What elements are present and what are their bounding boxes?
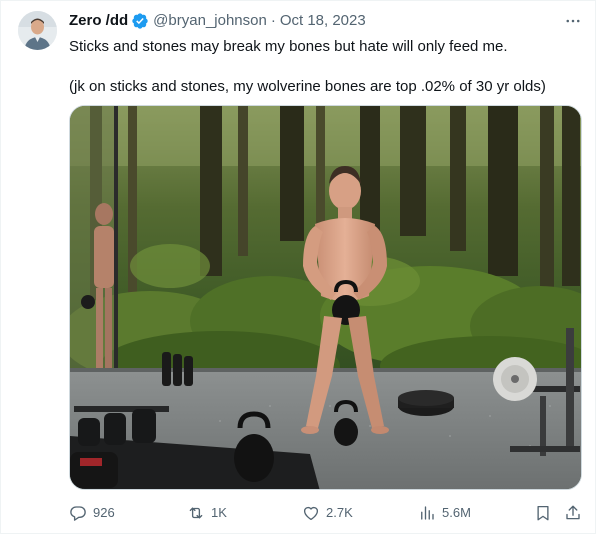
reply-button[interactable]: 926 xyxy=(69,502,115,524)
like-button[interactable]: 2.7K xyxy=(302,502,353,524)
views-count: 5.6M xyxy=(442,505,471,520)
avatar[interactable] xyxy=(18,11,57,50)
author-name[interactable]: Zero /dd xyxy=(69,11,128,31)
tweet-photo[interactable] xyxy=(69,105,582,490)
verified-badge-icon xyxy=(131,12,149,30)
tweet-header: Zero /dd @bryan_johnson · Oct 18, 2023 xyxy=(69,11,366,31)
views-chart-icon xyxy=(421,506,434,520)
repost-icon xyxy=(189,507,203,519)
header-separator: · xyxy=(270,12,276,29)
repost-count: 1K xyxy=(211,505,227,520)
avatar-image xyxy=(18,11,57,50)
tweet-card[interactable]: Zero /dd @bryan_johnson · Oct 18, 2023 S… xyxy=(0,0,596,534)
tweet-date[interactable]: Oct 18, 2023 xyxy=(280,11,366,31)
share-button[interactable] xyxy=(562,502,584,524)
share-icon xyxy=(566,505,580,520)
bookmark-icon xyxy=(537,505,549,521)
repost-button[interactable]: 1K xyxy=(187,502,227,524)
heart-icon xyxy=(303,506,319,521)
tweet-text: Sticks and stones may break my bones but… xyxy=(69,37,584,97)
tweet-text-line: Sticks and stones may break my bones but… xyxy=(69,38,508,55)
views-button[interactable]: 5.6M xyxy=(418,502,471,524)
tweet-text-line: (jk on sticks and stones, my wolverine b… xyxy=(69,78,546,95)
action-bar: 926 1K 2.7K 5.6M xyxy=(69,502,584,524)
like-count: 2.7K xyxy=(326,505,353,520)
bookmark-button[interactable] xyxy=(532,502,554,524)
reply-count: 926 xyxy=(93,505,115,520)
reply-icon xyxy=(70,506,86,521)
more-horizontal-icon[interactable] xyxy=(563,11,583,31)
author-handle[interactable]: @bryan_johnson xyxy=(153,11,267,31)
